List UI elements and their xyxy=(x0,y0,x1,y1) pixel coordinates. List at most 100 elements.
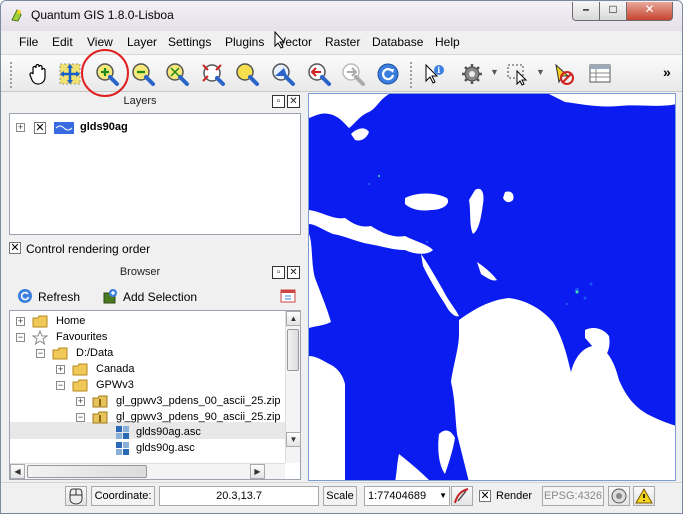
browser-horizontal-scrollbar[interactable]: ◀ ▶ xyxy=(10,463,285,479)
layer-row[interactable]: + ✕ glds90ag xyxy=(16,120,296,136)
tree-item-zip-90[interactable]: − gl_gpwv3_pdens_90_ascii_25.zip xyxy=(76,410,286,426)
collapse-icon[interactable]: − xyxy=(56,381,65,390)
zoom-native-button[interactable] xyxy=(267,59,297,89)
identify-button[interactable]: i xyxy=(419,59,449,89)
tree-item-label: Home xyxy=(56,315,86,327)
tree-item-favourites[interactable]: − Favourites xyxy=(16,330,286,346)
toolbar-grip[interactable] xyxy=(9,61,13,89)
zoom-to-selection-button[interactable] xyxy=(197,59,227,89)
float-panel-icon[interactable]: ▫ xyxy=(272,95,285,108)
collapse-icon[interactable]: − xyxy=(76,413,85,422)
close-panel-icon[interactable]: ✕ xyxy=(287,266,300,279)
browser-tree[interactable]: + Home − Favourites − D:/Data + Canada −… xyxy=(9,310,301,480)
menu-layer[interactable]: Layer xyxy=(127,35,157,49)
scale-combobox[interactable]: 1:77404689 ▼ xyxy=(364,486,450,506)
minimize-icon: – xyxy=(582,2,590,16)
render-toggle[interactable]: ✕ Render xyxy=(476,486,538,506)
folder-icon xyxy=(72,363,88,376)
close-panel-icon[interactable]: ✕ xyxy=(287,95,300,108)
collapse-icon[interactable]: − xyxy=(36,349,45,358)
toolbar-overflow-button[interactable]: » xyxy=(663,64,671,80)
add-selection-label: Add Selection xyxy=(123,290,198,304)
action-dropdown-icon[interactable]: ▼ xyxy=(490,67,499,77)
zoom-full-icon xyxy=(166,63,189,86)
scale-label: Scale xyxy=(323,486,357,506)
select-dropdown-icon[interactable]: ▼ xyxy=(536,67,545,77)
tree-item-home[interactable]: + Home xyxy=(16,314,286,330)
browser-refresh-button[interactable]: Refresh xyxy=(17,287,87,307)
folder-icon xyxy=(52,347,68,360)
menu-database[interactable]: Database xyxy=(372,35,423,49)
scroll-right-arrow-icon[interactable]: ▶ xyxy=(250,464,265,479)
browser-panel-header[interactable]: Browser ▫ ✕ xyxy=(9,265,301,281)
zoom-next-button[interactable] xyxy=(337,59,367,89)
control-rendering-order-row[interactable]: ✕ Control rendering order xyxy=(9,241,301,257)
pan-button[interactable] xyxy=(23,59,53,89)
tree-item-zip-00[interactable]: + gl_gpwv3_pdens_00_ascii_25.zip xyxy=(76,394,286,410)
zoom-to-layer-button[interactable] xyxy=(231,59,261,89)
run-action-button[interactable] xyxy=(457,59,487,89)
float-panel-icon[interactable]: ▫ xyxy=(272,266,285,279)
refresh-icon xyxy=(18,289,32,303)
scroll-down-arrow-icon[interactable]: ▼ xyxy=(286,432,301,447)
identify-icon: i xyxy=(425,63,444,84)
collapse-all-icon[interactable] xyxy=(280,289,296,303)
zoom-out-button[interactable] xyxy=(127,59,157,89)
tree-item-label: Canada xyxy=(96,363,135,375)
maximize-button[interactable]: □ xyxy=(600,2,627,21)
expand-icon[interactable]: + xyxy=(16,123,25,132)
menu-file[interactable]: File xyxy=(19,35,38,49)
zip-folder-icon xyxy=(92,411,108,424)
raster-file-icon xyxy=(116,442,129,455)
deselect-button[interactable] xyxy=(549,59,579,89)
tree-item-canada[interactable]: + Canada xyxy=(56,362,286,378)
menu-raster[interactable]: Raster xyxy=(325,35,360,49)
add-selection-button[interactable]: Add Selection xyxy=(102,287,202,307)
expand-icon[interactable]: + xyxy=(16,317,25,326)
title-bar[interactable]: Quantum GIS 1.8.0-Lisboa – □ ✕ xyxy=(1,1,682,31)
stop-render-button[interactable] xyxy=(451,486,473,506)
horizontal-scroll-thumb[interactable] xyxy=(27,465,147,478)
expand-icon[interactable]: + xyxy=(76,397,85,406)
zoom-last-icon xyxy=(308,63,331,86)
collapse-icon[interactable]: − xyxy=(16,333,25,342)
map-canvas[interactable] xyxy=(308,93,676,481)
browser-vertical-scrollbar[interactable]: ▲ ▼ xyxy=(285,311,301,463)
layers-panel-header[interactable]: Layers ▫ ✕ xyxy=(9,94,301,110)
close-button[interactable]: ✕ xyxy=(627,2,673,21)
epsg-label[interactable]: EPSG:4326 xyxy=(542,486,604,506)
tree-item-d-data[interactable]: − D:/Data xyxy=(36,346,286,362)
tree-item-glds90ag[interactable]: glds90ag.asc xyxy=(116,425,286,441)
render-checkbox[interactable]: ✕ xyxy=(479,490,491,502)
layer-visibility-checkbox[interactable]: ✕ xyxy=(34,122,46,134)
menu-settings[interactable]: Settings xyxy=(168,35,211,49)
select-button[interactable] xyxy=(503,59,533,89)
layers-tree[interactable]: + ✕ glds90ag xyxy=(9,113,301,235)
menu-plugins[interactable]: Plugins xyxy=(225,35,264,49)
control-rendering-order-checkbox[interactable]: ✕ xyxy=(9,242,21,254)
minimize-button[interactable]: – xyxy=(572,2,600,21)
coordinate-label: Coordinate: xyxy=(91,486,155,506)
tree-item-gpwv3[interactable]: − GPWv3 xyxy=(56,378,286,394)
vertical-scroll-thumb[interactable] xyxy=(287,329,299,371)
open-attribute-table-button[interactable] xyxy=(585,59,615,89)
projection-button[interactable] xyxy=(608,486,630,506)
raster-file-icon xyxy=(116,426,129,439)
tree-item-glds90g[interactable]: glds90g.asc xyxy=(116,441,286,457)
zoom-next-icon xyxy=(342,63,365,86)
toggle-extents-button[interactable] xyxy=(65,486,87,506)
coordinate-field[interactable]: 20.3,13.7 xyxy=(159,486,319,506)
menu-help[interactable]: Help xyxy=(435,35,460,49)
menu-edit[interactable]: Edit xyxy=(52,35,73,49)
menu-view[interactable]: View xyxy=(87,35,113,49)
zoom-full-button[interactable] xyxy=(161,59,191,89)
zoom-last-button[interactable] xyxy=(303,59,333,89)
refresh-label: Refresh xyxy=(38,290,81,304)
browser-panel-title: Browser xyxy=(119,266,161,278)
messages-button[interactable] xyxy=(633,486,655,506)
scroll-up-arrow-icon[interactable]: ▲ xyxy=(286,311,301,326)
toolbar-grip[interactable] xyxy=(409,61,413,89)
refresh-button[interactable] xyxy=(373,59,403,89)
scroll-left-arrow-icon[interactable]: ◀ xyxy=(10,464,25,479)
expand-icon[interactable]: + xyxy=(56,365,65,374)
